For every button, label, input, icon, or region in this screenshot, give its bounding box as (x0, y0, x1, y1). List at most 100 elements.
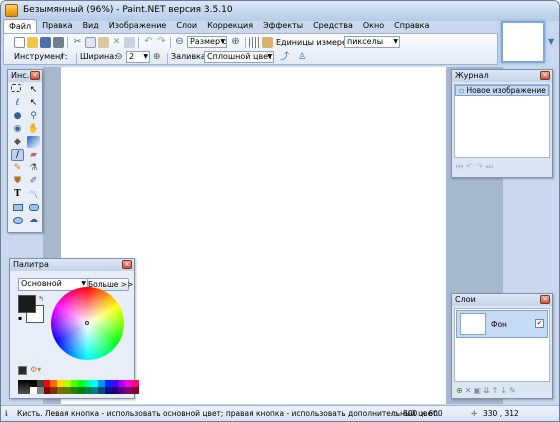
copy-icon[interactable] (85, 37, 96, 48)
close-icon[interactable]: × (540, 71, 550, 80)
color-swatch[interactable] (77, 380, 85, 387)
menu-file[interactable]: Файл (3, 19, 38, 34)
swap-colors-icon[interactable]: ↰ (38, 295, 44, 303)
menu-window[interactable]: Окно (358, 19, 389, 34)
clone-stamp-icon[interactable]: ⛊ (11, 175, 24, 187)
primary-color-swatch[interactable] (18, 295, 36, 313)
color-swatch[interactable] (132, 380, 139, 387)
pencil-tool-icon[interactable]: ✎ (11, 162, 24, 174)
paintbrush-tool-icon[interactable]: ∕ (11, 149, 24, 161)
color-wheel[interactable] (51, 287, 124, 360)
gradient-tool-icon[interactable] (27, 136, 40, 148)
color-swatch[interactable] (70, 387, 78, 394)
lasso-tool-icon[interactable]: ℓ (11, 97, 24, 109)
move-selection-icon[interactable]: ↖ (27, 97, 40, 109)
color-swatch[interactable] (118, 387, 126, 394)
color-swatch[interactable] (91, 380, 99, 387)
color-swatch[interactable] (70, 380, 78, 387)
redo-icon[interactable]: ↷ (156, 37, 167, 48)
rewind-icon[interactable]: ⏮ (456, 162, 466, 171)
zoom-out-icon[interactable]: ⊖ (174, 37, 185, 48)
freeform-shape-icon[interactable]: ☁ (27, 214, 40, 226)
reset-colors-icon[interactable]: ▪ (18, 315, 22, 322)
add-layer-icon[interactable]: ⊕ (456, 386, 465, 395)
color-swatch[interactable] (104, 380, 112, 387)
image-thumbnail[interactable] (501, 21, 545, 63)
color-swatch[interactable] (50, 380, 58, 387)
undo-icon[interactable]: ↶ (143, 37, 154, 48)
color-swatch[interactable] (30, 380, 37, 387)
close-icon[interactable]: × (30, 71, 40, 80)
color-picker-icon[interactable]: ⚗ (27, 162, 40, 174)
width-increase-icon[interactable]: ⊕ (153, 52, 164, 63)
layer-properties-icon[interactable]: ✎ (509, 386, 518, 395)
close-icon[interactable]: × (540, 295, 550, 304)
magic-wand-icon[interactable]: ◉ (11, 123, 24, 135)
color-swatch[interactable] (125, 380, 133, 387)
eraser-tool-icon[interactable]: ▰ (27, 149, 40, 161)
color-swatch[interactable] (57, 380, 65, 387)
text-tool-icon[interactable]: T (11, 188, 24, 200)
zoom-in-icon[interactable]: ⊕ (230, 37, 241, 48)
duplicate-layer-icon[interactable]: ▣ (473, 386, 483, 395)
save-icon[interactable] (40, 37, 51, 48)
color-swatch[interactable] (50, 387, 58, 394)
menu-utilities[interactable]: Средства (308, 19, 358, 34)
open-folder-icon[interactable] (27, 37, 38, 48)
color-swatch[interactable] (43, 387, 51, 394)
menu-layers[interactable]: Слои (171, 19, 202, 34)
color-swatch[interactable] (84, 387, 92, 394)
color-swatch[interactable] (77, 387, 85, 394)
crop-icon[interactable]: ✕ (111, 37, 122, 48)
fast-forward-icon[interactable]: ⏭ (486, 162, 496, 171)
color-swatch[interactable] (91, 387, 99, 394)
layer-visibility-checkbox[interactable]: ✓ (535, 319, 544, 328)
thumbnail-menu-icon[interactable]: ▼ (548, 37, 554, 46)
move-layer-down-icon[interactable]: ↓ (500, 386, 509, 395)
color-swatch[interactable] (98, 387, 105, 394)
color-swatch[interactable] (125, 387, 133, 394)
color-swatch[interactable] (111, 387, 119, 394)
ruler-icon[interactable] (262, 37, 273, 48)
color-swatch[interactable] (36, 387, 44, 394)
color-swatch[interactable] (132, 387, 139, 394)
undo-history-icon[interactable]: ↶ (466, 162, 476, 171)
antialias-icon[interactable]: ⤴ (280, 52, 291, 63)
recolor-tool-icon[interactable]: ✐ (27, 175, 40, 187)
layer-row[interactable]: Фон ✓ (456, 310, 548, 338)
color-swatch[interactable] (57, 387, 65, 394)
pan-tool-icon[interactable]: ✋ (27, 123, 40, 135)
redo-history-icon[interactable]: ↷ (476, 162, 486, 171)
color-swatch[interactable] (36, 380, 44, 387)
color-swatch[interactable] (84, 380, 92, 387)
menu-effects[interactable]: Эффекты (258, 19, 308, 34)
zoom-combo[interactable]: Размер ог▼ (187, 36, 227, 48)
rectangle-tool-icon[interactable] (11, 201, 24, 213)
menu-view[interactable]: Вид (78, 19, 104, 34)
width-combo[interactable]: 2 ▼ (126, 51, 150, 63)
line-tool-icon[interactable]: 〽 (27, 188, 40, 201)
zoom-tool-icon[interactable]: ⚲ (27, 110, 40, 122)
color-swatch[interactable] (118, 380, 126, 387)
menu-adjustments[interactable]: Коррекция (202, 19, 258, 34)
color-swatch[interactable] (98, 380, 105, 387)
color-swatch[interactable] (104, 387, 112, 394)
cut-icon[interactable]: ✂ (72, 37, 83, 48)
paint-bucket-icon[interactable]: ◆ (11, 136, 24, 148)
brush-tool-icon[interactable]: ∕ (60, 52, 71, 63)
palette-scroll-icon[interactable] (18, 380, 30, 394)
color-swatch[interactable] (30, 387, 37, 394)
deselect-icon[interactable] (124, 37, 135, 48)
print-icon[interactable] (53, 37, 64, 48)
color-swatch[interactable] (64, 380, 71, 387)
grid-icon[interactable] (249, 37, 260, 48)
move-selected-icon[interactable]: ↖ (27, 84, 40, 96)
merge-layer-icon[interactable]: ⇊ (483, 386, 492, 395)
new-file-icon[interactable] (14, 37, 25, 48)
fill-combo[interactable]: Сплошной цвет ▼ (204, 51, 274, 63)
history-item[interactable]: ▫ Новое изображение (455, 85, 549, 96)
rect-select-tool-icon[interactable] (11, 84, 21, 92)
rounded-rect-tool-icon[interactable] (27, 201, 40, 213)
menu-image[interactable]: Изображение (104, 19, 172, 34)
width-decrease-icon[interactable]: ⊖ (115, 52, 126, 63)
